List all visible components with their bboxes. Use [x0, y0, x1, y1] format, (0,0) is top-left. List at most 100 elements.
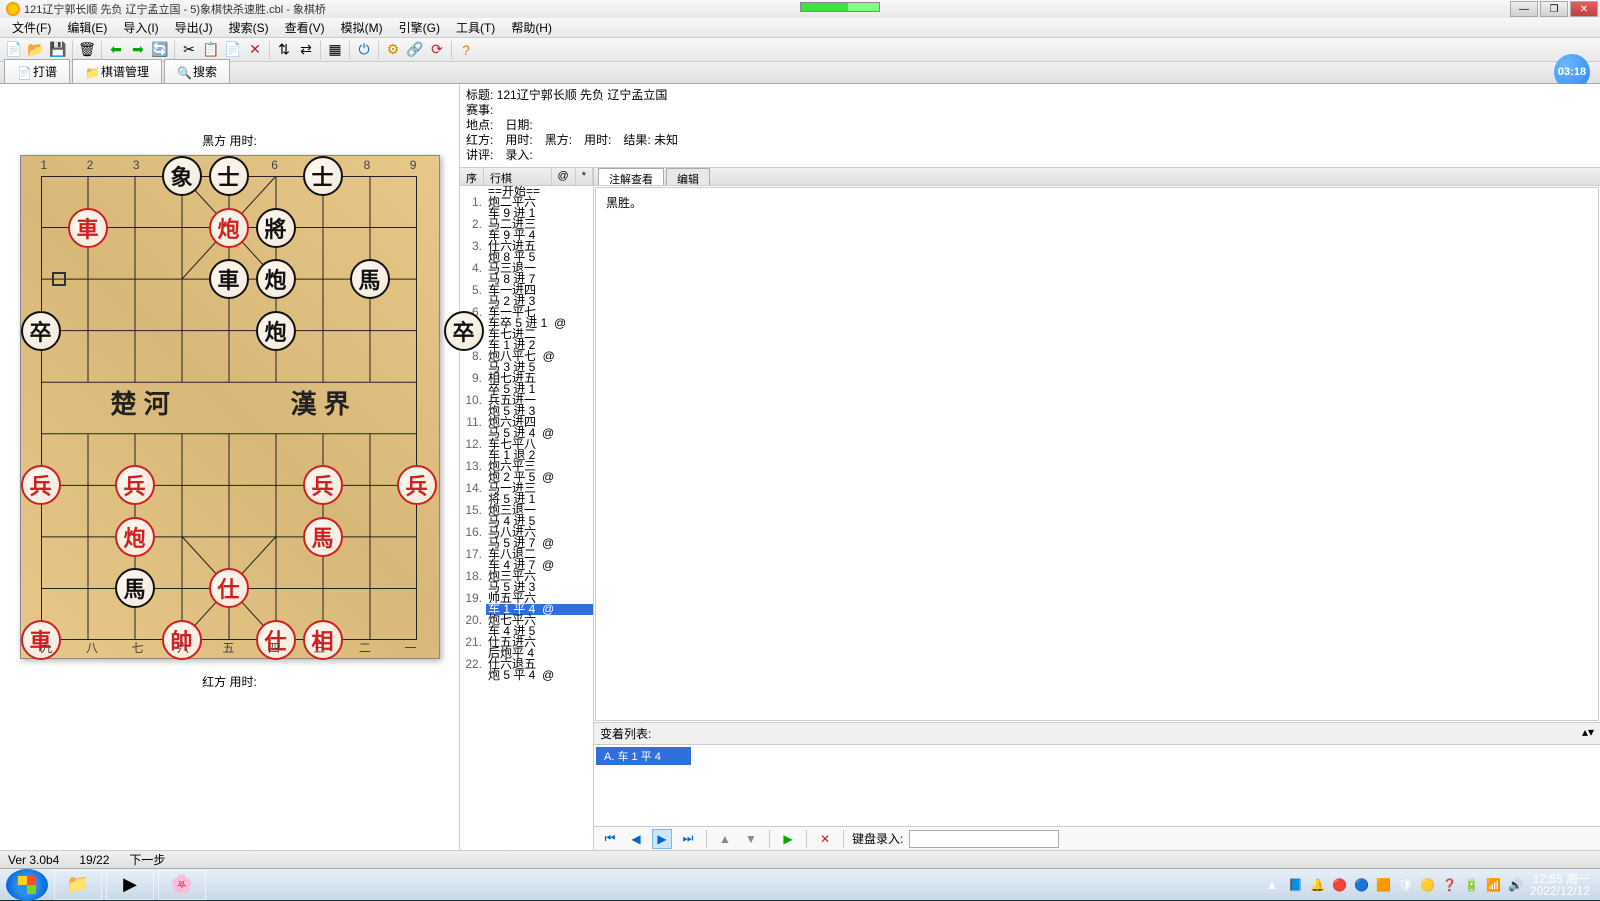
piece[interactable]: 將: [256, 208, 296, 248]
new-icon[interactable]: 📄: [4, 40, 24, 60]
piece[interactable]: 兵: [303, 465, 343, 505]
piece[interactable]: 卒: [21, 311, 61, 351]
cut-icon[interactable]: ✂: [179, 40, 199, 60]
prev-button[interactable]: ◀: [626, 829, 646, 849]
open-icon[interactable]: 📂: [26, 40, 46, 60]
menu-item[interactable]: 搜索(S): [221, 17, 277, 38]
black-timer: 黑方 用时:: [202, 88, 257, 155]
tray-icon[interactable]: 🔴: [1332, 878, 1346, 892]
menu-item[interactable]: 工具(T): [448, 17, 503, 38]
first-button[interactable]: ⏮: [600, 829, 620, 849]
col-at[interactable]: @: [552, 168, 576, 185]
play-button[interactable]: ▶: [778, 829, 798, 849]
power-icon[interactable]: ⏻: [354, 40, 374, 60]
piece[interactable]: 馬: [303, 517, 343, 557]
piece[interactable]: 仕: [209, 568, 249, 608]
keyboard-input[interactable]: [909, 830, 1059, 848]
move-row[interactable]: 炮 5 平 4 @: [460, 670, 593, 681]
sim-icon[interactable]: ⚙: [383, 40, 403, 60]
move-marker: [52, 272, 66, 286]
piece[interactable]: 炮: [115, 517, 155, 557]
menu-item[interactable]: 导入(I): [115, 17, 166, 38]
tray-icon[interactable]: 📘: [1288, 878, 1302, 892]
menu-item[interactable]: 编辑(E): [59, 17, 115, 38]
tray-icon[interactable]: 🔵: [1354, 878, 1368, 892]
red-timer: 红方 用时:: [202, 659, 257, 704]
tray-icon[interactable]: 📶: [1486, 878, 1500, 892]
piece[interactable]: 象: [162, 156, 202, 196]
chess-board[interactable]: 123456789 楚 河 漢 界 象士士車炮將車炮馬卒炮卒兵兵兵兵炮馬馬仕車帥…: [20, 155, 440, 659]
moves-list[interactable]: ==开始==1.炮二平六车 9 进 12.马二进三车 9 平 43.仕六进五炮 …: [460, 186, 593, 850]
piece[interactable]: 卒: [444, 311, 484, 351]
comment-area[interactable]: 黑胜。: [595, 187, 1599, 721]
sync-icon[interactable]: ⟳: [427, 40, 447, 60]
minimize-button[interactable]: —: [1510, 1, 1538, 17]
maximize-button[interactable]: ❐: [1540, 1, 1568, 17]
tray-icon[interactable]: 🔔: [1310, 878, 1324, 892]
col-star[interactable]: *: [576, 168, 593, 185]
piece[interactable]: 馬: [115, 568, 155, 608]
menu-item[interactable]: 帮助(H): [503, 17, 560, 38]
tray-icon[interactable]: 🟡: [1420, 878, 1434, 892]
tray-icon[interactable]: ▲: [1266, 878, 1280, 892]
tab-edit-comment[interactable]: 编辑: [666, 168, 710, 185]
save-icon[interactable]: 💾: [48, 40, 68, 60]
piece[interactable]: 馬: [350, 259, 390, 299]
next-button[interactable]: ▶: [652, 829, 672, 849]
tray-volume-icon[interactable]: 🔊: [1508, 878, 1522, 892]
tray-icon[interactable]: 🟧: [1376, 878, 1390, 892]
variation-list[interactable]: A. 车 1 平 4: [594, 745, 1600, 826]
river-left: 楚 河: [111, 384, 170, 421]
piece[interactable]: 炮: [256, 259, 296, 299]
tray-icon[interactable]: 🔋: [1464, 878, 1478, 892]
variation-item[interactable]: A. 车 1 平 4: [596, 747, 691, 765]
close-button[interactable]: ✕: [1570, 1, 1598, 17]
col-move[interactable]: 行棋: [484, 168, 552, 185]
tray-icon[interactable]: 🛡: [1398, 878, 1412, 892]
piece[interactable]: 兵: [21, 465, 61, 505]
col-seq[interactable]: 序: [460, 168, 484, 185]
board-panel: 黑方 用时: 123456789 楚 河 漢 界 象士士車炮將車炮馬卒炮卒兵兵兵…: [0, 84, 460, 850]
tab-2[interactable]: 🔍搜索: [164, 59, 230, 83]
down-icon[interactable]: ▼: [741, 829, 761, 849]
piece[interactable]: 兵: [115, 465, 155, 505]
piece[interactable]: 兵: [397, 465, 437, 505]
delete-icon[interactable]: 🗑: [77, 40, 97, 60]
board-icon[interactable]: ▦: [325, 40, 345, 60]
piece[interactable]: 炮: [256, 311, 296, 351]
help-icon[interactable]: ?: [456, 40, 476, 60]
task-explorer[interactable]: 📁: [54, 870, 102, 900]
piece[interactable]: 炮: [209, 208, 249, 248]
variation-down-icon[interactable]: ▾: [1588, 725, 1594, 742]
start-button[interactable]: [6, 869, 48, 901]
refresh-icon[interactable]: 🔄: [150, 40, 170, 60]
delete-move-button[interactable]: ✕: [815, 829, 835, 849]
tray-clock[interactable]: 12:55 周一 2022/12/12: [1530, 873, 1590, 897]
tray-icon[interactable]: ❓: [1442, 878, 1456, 892]
menu-item[interactable]: 文件(F): [4, 17, 59, 38]
link-icon[interactable]: 🔗: [405, 40, 425, 60]
piece[interactable]: 士: [303, 156, 343, 196]
paste-icon[interactable]: 📄: [223, 40, 243, 60]
menu-item[interactable]: 模拟(M): [333, 17, 391, 38]
piece[interactable]: 士: [209, 156, 249, 196]
forward-icon[interactable]: ➡: [128, 40, 148, 60]
back-icon[interactable]: ⬅: [106, 40, 126, 60]
tab-0[interactable]: 📄打谱: [4, 59, 70, 83]
tab-1[interactable]: 📁棋谱管理: [72, 59, 162, 83]
menu-item[interactable]: 引擎(G): [391, 17, 448, 38]
app-icon: [6, 2, 20, 16]
piece[interactable]: 車: [68, 208, 108, 248]
swap-h-icon[interactable]: ⇄: [296, 40, 316, 60]
menu-item[interactable]: 查看(V): [277, 17, 333, 38]
last-button[interactable]: ⏭: [678, 829, 698, 849]
cancel-icon[interactable]: ✕: [245, 40, 265, 60]
task-flower[interactable]: 🌸: [158, 870, 206, 900]
tab-view-comment[interactable]: 注解查看: [598, 168, 664, 185]
up-icon[interactable]: ▲: [715, 829, 735, 849]
menu-item[interactable]: 导出(J): [167, 17, 221, 38]
swap-v-icon[interactable]: ⇅: [274, 40, 294, 60]
copy-icon[interactable]: 📋: [201, 40, 221, 60]
piece[interactable]: 車: [209, 259, 249, 299]
task-playstore[interactable]: ▶: [106, 870, 154, 900]
